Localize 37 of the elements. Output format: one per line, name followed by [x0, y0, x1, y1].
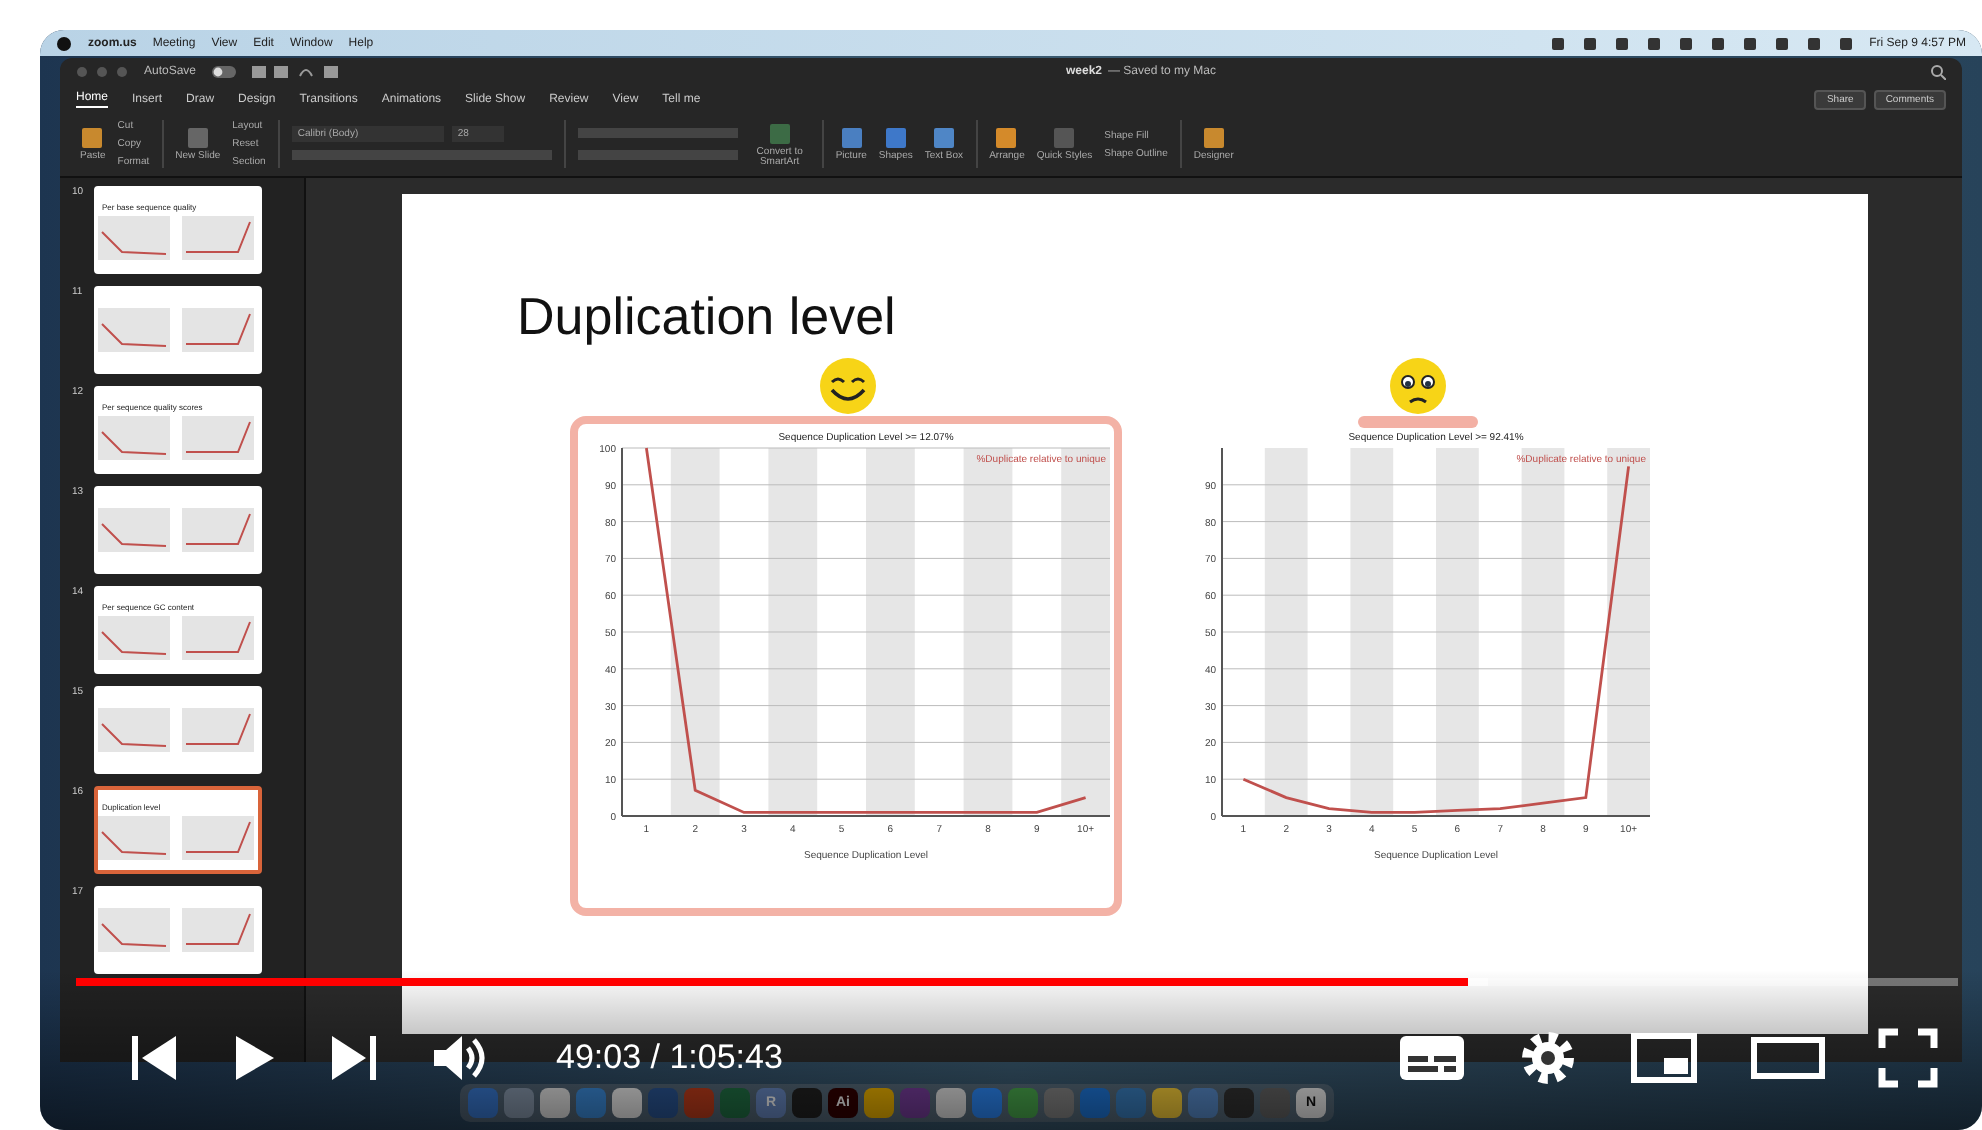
- tool-icon: [839, 126, 864, 150]
- tool-icon: [185, 126, 210, 150]
- tool-icon: [931, 126, 956, 150]
- slide-thumbnail[interactable]: [94, 886, 262, 974]
- settings-icon[interactable]: [1518, 1028, 1578, 1088]
- fullscreen-icon[interactable]: [1878, 1028, 1938, 1088]
- subtitles-icon[interactable]: [1398, 1032, 1466, 1084]
- tool-icon: [767, 121, 792, 145]
- app-icon[interactable]: [936, 1088, 966, 1118]
- tool-icon: [883, 126, 908, 150]
- app-icon[interactable]: [864, 1088, 894, 1118]
- miniplayer-icon[interactable]: [1630, 1032, 1698, 1084]
- window-controls-icon[interactable]: [76, 66, 128, 78]
- highlight-stroke: [1357, 416, 1477, 428]
- tool-icon: [994, 126, 1019, 150]
- app-icon[interactable]: [504, 1088, 534, 1118]
- app-icon[interactable]: [1152, 1088, 1182, 1118]
- app-icon[interactable]: [612, 1088, 642, 1118]
- slide-thumbnail[interactable]: [94, 486, 262, 574]
- tool-icon: [80, 126, 105, 150]
- smiling-face-icon: [817, 356, 877, 416]
- slide-thumbnail[interactable]: [94, 686, 262, 774]
- previous-icon[interactable]: [128, 1032, 180, 1084]
- search-icon[interactable]: [1930, 64, 1946, 80]
- theater-mode-icon[interactable]: [1750, 1034, 1826, 1082]
- tool-icon: [1201, 126, 1226, 150]
- progress-track[interactable]: [76, 978, 1958, 986]
- play-icon[interactable]: [232, 1034, 276, 1082]
- time-display: 49:03 / 1:05:43: [556, 1038, 783, 1078]
- volume-icon[interactable]: [432, 1032, 488, 1084]
- app-icon[interactable]: [540, 1088, 570, 1118]
- slide-title: Duplication level: [517, 286, 898, 348]
- sad-face-icon: [1387, 356, 1447, 416]
- next-icon[interactable]: [328, 1032, 380, 1084]
- slide-thumbnail[interactable]: [94, 286, 262, 374]
- tool-icon: [1052, 126, 1077, 150]
- toggle-icon[interactable]: [212, 66, 237, 78]
